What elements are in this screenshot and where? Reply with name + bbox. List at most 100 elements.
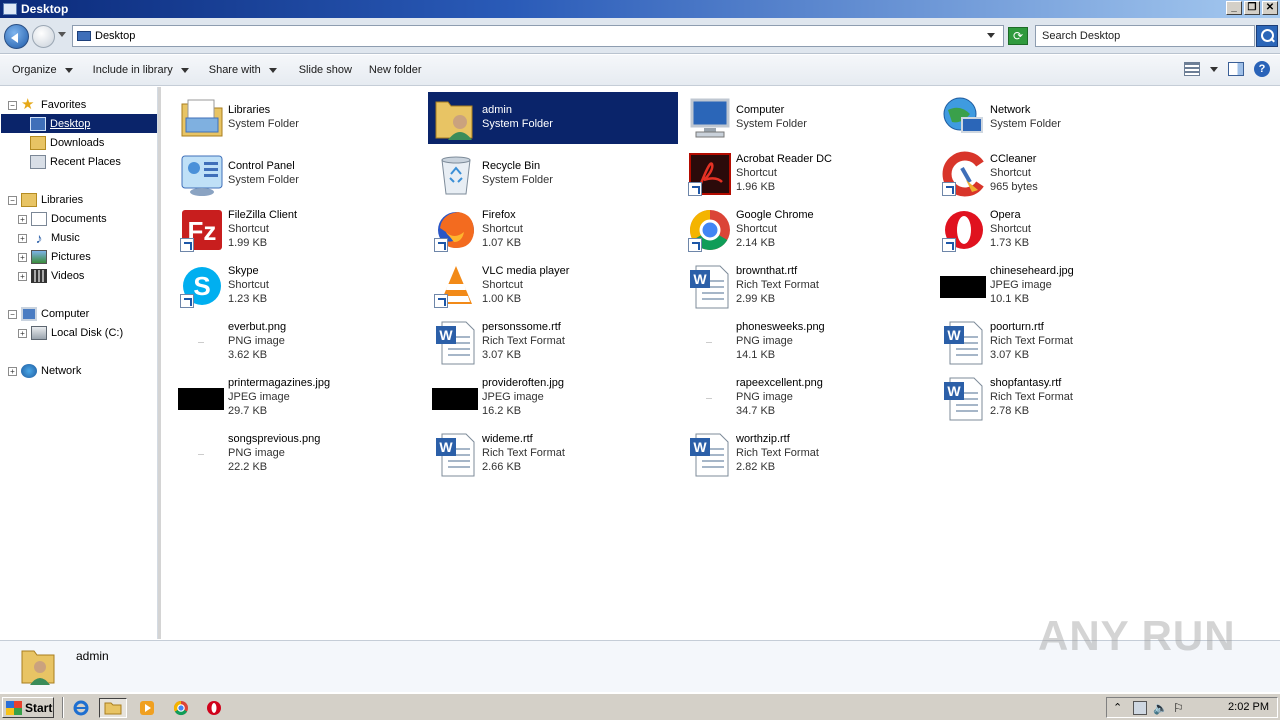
explorer-window-icon: [3, 3, 17, 15]
file-item[interactable]: printermagazines.jpg JPEG image 29.7 KB: [174, 372, 424, 424]
file-item-text: shopfantasy.rtf Rich Text Format 2.78 KB: [990, 376, 1073, 418]
tree-downloads[interactable]: Downloads: [30, 134, 104, 152]
ie-icon[interactable]: [70, 698, 92, 718]
file-size: 1.07 KB: [482, 237, 522, 249]
view-options-icon[interactable]: [1184, 62, 1200, 76]
file-item[interactable]: provideroften.jpg JPEG image 16.2 KB: [428, 372, 678, 424]
file-item[interactable]: Control Panel System Folder: [174, 148, 424, 200]
file-item[interactable]: phonesweeks.png PNG image 14.1 KB: [682, 316, 932, 368]
file-item[interactable]: everbut.png PNG image 3.62 KB: [174, 316, 424, 368]
address-dropdown-icon[interactable]: [987, 33, 995, 42]
file-type: Shortcut: [228, 223, 269, 235]
collapse-icon[interactable]: −: [8, 195, 17, 205]
help-icon[interactable]: ?: [1254, 61, 1270, 77]
volume-icon[interactable]: 🔈: [1153, 701, 1168, 715]
minimize-button[interactable]: _: [1226, 1, 1242, 15]
file-item[interactable]: Libraries System Folder: [174, 92, 424, 144]
new-folder-button[interactable]: New folder: [369, 64, 422, 76]
system-tray: ⌃ 🔈 ⚐ 2:02 PM: [1106, 697, 1278, 718]
file-item[interactable]: Wwideme.rtf Rich Text Format 2.66 KB: [428, 428, 678, 480]
recent-pages-dropdown[interactable]: [58, 32, 66, 41]
forward-button[interactable]: [32, 25, 55, 48]
file-item[interactable]: Recycle Bin System Folder: [428, 148, 678, 200]
expand-icon[interactable]: +: [18, 233, 27, 243]
tree-network[interactable]: + Network: [8, 362, 81, 380]
expand-icon[interactable]: +: [8, 366, 17, 376]
file-item[interactable]: Wshopfantasy.rtf Rich Text Format 2.78 KB: [936, 372, 1186, 424]
tree-recent-places[interactable]: Recent Places: [30, 153, 121, 171]
tree-music[interactable]: + ♪ Music: [18, 229, 80, 247]
search-icon[interactable]: [1256, 25, 1278, 47]
refresh-button[interactable]: ⟳: [1008, 27, 1028, 45]
file-item[interactable]: S Skype Shortcut 1.23 KB: [174, 260, 424, 312]
file-item[interactable]: admin System Folder: [428, 92, 678, 144]
organize-menu[interactable]: Organize: [12, 64, 73, 77]
include-in-library-menu[interactable]: Include in library: [93, 64, 189, 77]
file-item[interactable]: rapeexcellent.png PNG image 34.7 KB: [682, 372, 932, 424]
computer-icon: [21, 307, 37, 321]
clock[interactable]: 2:02 PM: [1228, 701, 1269, 713]
slide-show-button[interactable]: Slide show: [299, 64, 352, 76]
tree-local-disk[interactable]: + Local Disk (C:): [18, 324, 123, 342]
close-button[interactable]: ✕: [1262, 1, 1278, 15]
file-item[interactable]: Wpersonssome.rtf Rich Text Format 3.07 KB: [428, 316, 678, 368]
file-type: Shortcut: [736, 223, 777, 235]
file-name: FileZilla Client: [228, 209, 298, 221]
start-button[interactable]: Start: [2, 697, 54, 718]
collapse-icon[interactable]: −: [8, 309, 17, 319]
preview-pane-icon[interactable]: [1228, 62, 1244, 76]
svg-text:W: W: [693, 271, 707, 287]
file-type: Rich Text Format: [736, 279, 819, 291]
expand-icon[interactable]: +: [18, 328, 27, 338]
tree-computer[interactable]: − Computer: [8, 305, 89, 323]
tree-favorites[interactable]: − ★ Favorites: [8, 96, 86, 114]
tree-desktop[interactable]: Desktop: [30, 115, 90, 133]
file-item[interactable]: chineseheard.jpg JPEG image 10.1 KB: [936, 260, 1186, 312]
file-item[interactable]: Wworthzip.rtf Rich Text Format 2.82 KB: [682, 428, 932, 480]
collapse-icon[interactable]: −: [8, 100, 17, 110]
explorer-taskbar-button[interactable]: [99, 698, 127, 718]
expand-icon[interactable]: +: [18, 271, 27, 281]
file-item[interactable]: Acrobat Reader DC Shortcut 1.96 KB: [682, 148, 932, 200]
details-item-name: admin: [76, 649, 109, 663]
file-item[interactable]: songsprevious.png PNG image 22.2 KB: [174, 428, 424, 480]
chrome-icon[interactable]: [170, 698, 192, 718]
tree-label: Music: [51, 232, 80, 244]
address-bar[interactable]: Desktop: [72, 25, 1004, 47]
expand-icon[interactable]: +: [18, 214, 27, 224]
file-item-text: songsprevious.png PNG image 22.2 KB: [228, 432, 320, 474]
tree-videos[interactable]: + Videos: [18, 267, 84, 285]
opera-icon[interactable]: [203, 698, 225, 718]
action-center-flag-icon[interactable]: ⚐: [1173, 701, 1187, 715]
file-type: PNG image: [736, 391, 793, 403]
file-item[interactable]: Wbrownthat.rtf Rich Text Format 2.99 KB: [682, 260, 932, 312]
file-item[interactable]: Computer System Folder: [682, 92, 932, 144]
share-with-menu[interactable]: Share with: [209, 64, 277, 77]
file-item[interactable]: VLC media player Shortcut 1.00 KB: [428, 260, 678, 312]
file-item[interactable]: Google Chrome Shortcut 2.14 KB: [682, 204, 932, 256]
file-item-text: CCleaner Shortcut 965 bytes: [990, 152, 1038, 194]
file-item[interactable]: Opera Shortcut 1.73 KB: [936, 204, 1186, 256]
tree-libraries[interactable]: − Libraries: [8, 191, 83, 209]
file-item[interactable]: Fz FileZilla Client Shortcut 1.99 KB: [174, 204, 424, 256]
view-options-dropdown-icon[interactable]: [1210, 66, 1218, 76]
maximize-button[interactable]: ❐: [1244, 1, 1260, 15]
expand-icon[interactable]: +: [18, 252, 27, 262]
file-item[interactable]: Wpoorturn.rtf Rich Text Format 3.07 KB: [936, 316, 1186, 368]
network-tray-icon[interactable]: [1133, 700, 1147, 715]
file-type: PNG image: [228, 447, 285, 459]
file-size: 22.2 KB: [228, 461, 268, 473]
file-name: worthzip.rtf: [736, 433, 790, 445]
file-item[interactable]: Firefox Shortcut 1.07 KB: [428, 204, 678, 256]
file-item[interactable]: CCleaner Shortcut 965 bytes: [936, 148, 1186, 200]
window-controls: _ ❐ ✕: [1226, 1, 1278, 15]
show-hidden-icons-icon[interactable]: ⌃: [1113, 701, 1127, 715]
search-input[interactable]: Search Desktop: [1035, 25, 1255, 47]
tree-documents[interactable]: + Documents: [18, 210, 107, 228]
media-player-icon[interactable]: [136, 698, 158, 718]
tree-pictures[interactable]: + Pictures: [18, 248, 91, 266]
back-button[interactable]: [4, 24, 29, 49]
file-size: 1.99 KB: [228, 237, 268, 249]
file-item[interactable]: Network System Folder: [936, 92, 1186, 144]
file-type: System Folder: [482, 118, 553, 130]
